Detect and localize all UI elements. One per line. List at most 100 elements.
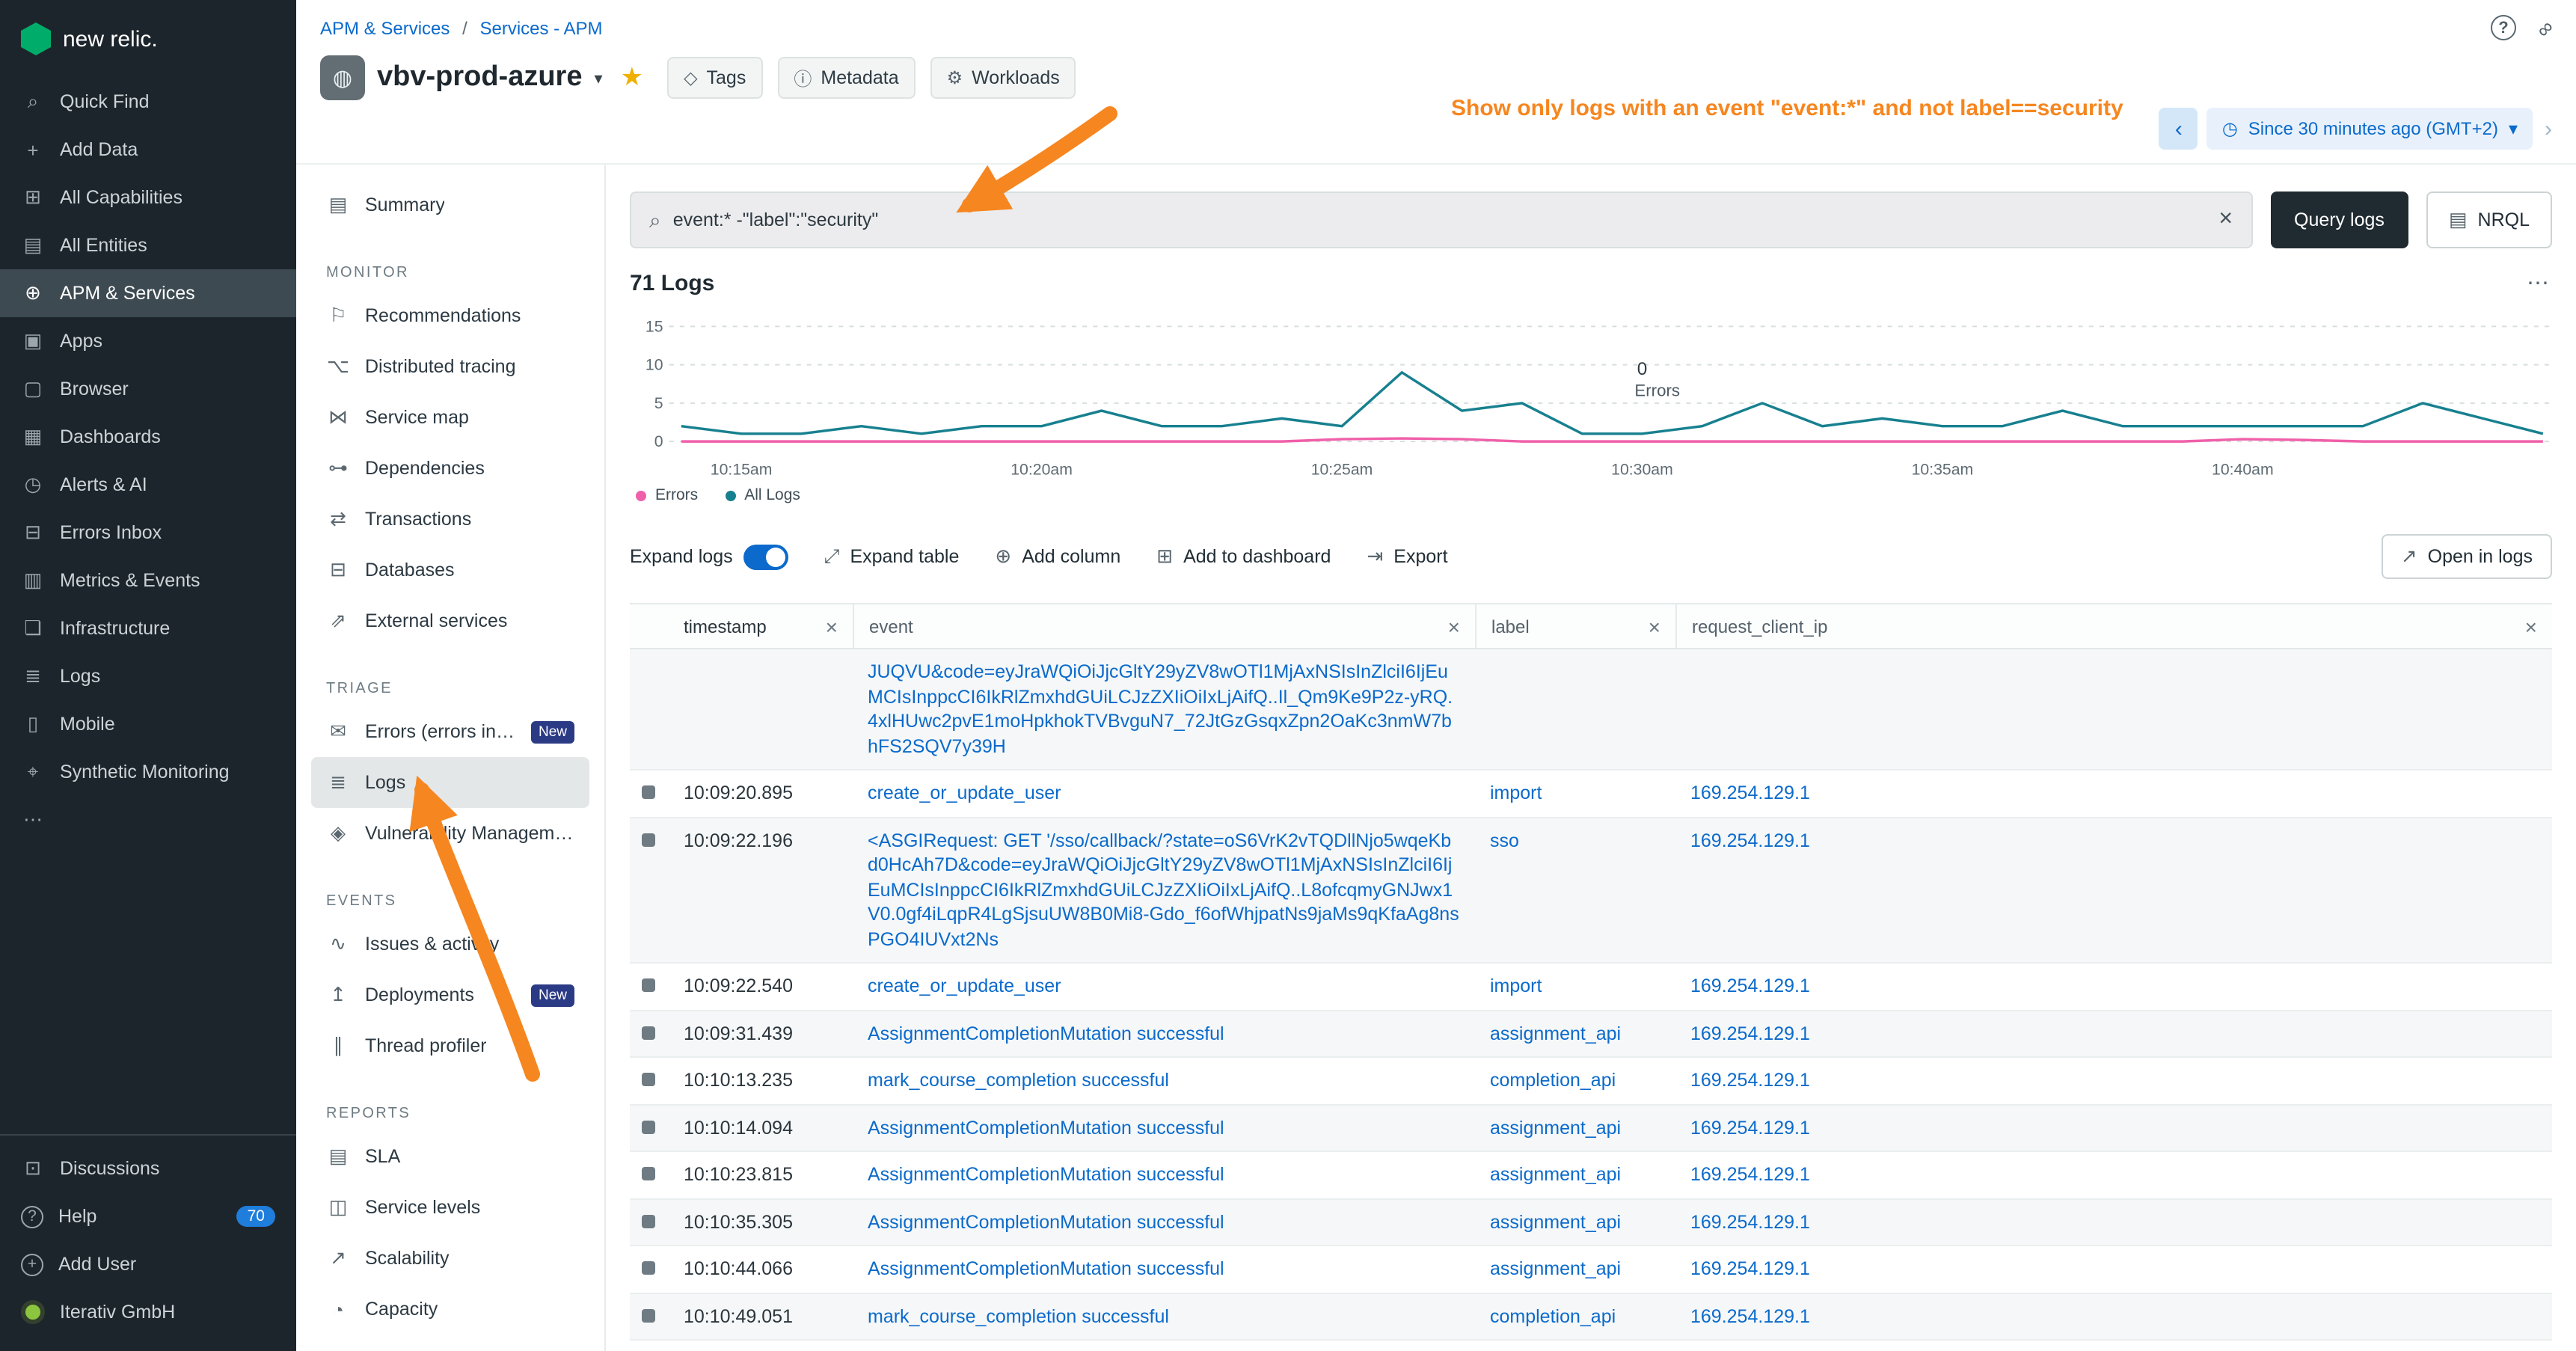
cell-event[interactable]: mark_course_completion successful [853, 1294, 1475, 1340]
cell-event[interactable]: <ASGIRequest: GET '/sso/callback/?state=… [853, 818, 1475, 963]
sidebar-item-errors-inbox[interactable]: ⊟Errors Inbox [0, 509, 296, 557]
cell-request-client-ip[interactable]: 169.254.129.1 [1675, 1247, 2552, 1293]
permalink-icon[interactable]: ∞ [2531, 14, 2559, 42]
cell-event[interactable]: AssignmentCompletionMutation successful [853, 1200, 1475, 1246]
subnav-item-summary[interactable]: ▤Summary [311, 180, 589, 230]
row-handle[interactable] [642, 833, 655, 847]
add-to-dashboard-button[interactable]: ⊞ Add to dashboard [1156, 545, 1331, 569]
cell-request-client-ip[interactable]: 169.254.129.1 [1675, 1341, 2552, 1351]
legend-item-errors[interactable]: Errors [636, 487, 698, 505]
cell-request-client-ip[interactable]: 169.254.129.1 [1675, 1294, 2552, 1340]
cell-label[interactable]: sso [1475, 818, 1675, 963]
query-text[interactable]: event:* -"label":"security" [673, 209, 2207, 230]
row-handle[interactable] [642, 786, 655, 800]
sidebar-item-quick-find[interactable]: ⌕Quick Find [0, 78, 296, 126]
time-forward-button[interactable]: › [2542, 116, 2555, 141]
cell-event[interactable]: JUQVU&code=eyJraWQiOiJjcGltY29yZV8wOTl1M… [853, 650, 1475, 770]
cell-label[interactable] [1475, 650, 1675, 770]
row-handle[interactable] [642, 1262, 655, 1275]
clear-query-icon[interactable]: × [2218, 206, 2233, 233]
logs-menu-button[interactable]: ⋯ [2527, 269, 2552, 296]
log-row[interactable]: 10:10:23.815AssignmentCompletionMutation… [630, 1153, 2552, 1200]
query-logs-button[interactable]: Query logs [2270, 192, 2408, 248]
subnav-item-distributed-tracing[interactable]: ⌥Distributed tracing [311, 341, 589, 392]
sidebar-item-iterativ-gmbh[interactable]: Iterativ GmbH [0, 1288, 296, 1336]
subnav-item-service-map[interactable]: ⋈Service map [311, 392, 589, 443]
sidebar-item-alerts-ai[interactable]: ◷Alerts & AI [0, 461, 296, 509]
breadcrumb-apm-services[interactable]: APM & Services [320, 17, 450, 38]
add-column-button[interactable]: ⊕ Add column [995, 545, 1120, 569]
metadata-button[interactable]: ⓘMetadata [777, 57, 915, 99]
cell-request-client-ip[interactable] [1675, 650, 2552, 770]
log-row[interactable]: 10:11:00.311AssignmentCompletionMutation… [630, 1341, 2552, 1351]
sidebar-item-help[interactable]: ?Help70 [0, 1192, 296, 1240]
subnav-item-databases[interactable]: ⊟Databases [311, 545, 589, 595]
nrql-button[interactable]: ▤ NRQL [2426, 192, 2552, 248]
sidebar-item-apm-services[interactable]: ⊕APM & Services [0, 269, 296, 317]
row-handle[interactable] [642, 1215, 655, 1228]
subnav-item-scalability[interactable]: ↗Scalability [311, 1233, 589, 1284]
favorite-star-icon[interactable]: ★ [621, 63, 644, 93]
cell-event[interactable]: AssignmentCompletionMutation successful [853, 1011, 1475, 1057]
sidebar-item-mobile[interactable]: ▯Mobile [0, 700, 296, 748]
subnav-item-performance[interactable]: ◴Performance [311, 1335, 589, 1351]
time-back-button[interactable]: ‹ [2159, 108, 2198, 150]
cell-label[interactable]: assignment_api [1475, 1341, 1675, 1351]
sidebar-item-apps[interactable]: ▣Apps [0, 317, 296, 365]
log-row[interactable]: 10:10:13.235mark_course_completion succe… [630, 1059, 2552, 1106]
log-row[interactable]: 10:09:20.895create_or_update_userimport1… [630, 771, 2552, 818]
subnav-item-dependencies[interactable]: ⊶Dependencies [311, 443, 589, 494]
remove-column-request-client-ip-icon[interactable]: × [2513, 615, 2537, 639]
subnav-item-thread-profiler[interactable]: ∥Thread profiler [311, 1020, 589, 1071]
cell-request-client-ip[interactable]: 169.254.129.1 [1675, 1153, 2552, 1198]
cell-label[interactable]: assignment_api [1475, 1247, 1675, 1293]
cell-request-client-ip[interactable]: 169.254.129.1 [1675, 771, 2552, 817]
cell-label[interactable]: assignment_api [1475, 1153, 1675, 1198]
log-row[interactable]: 10:09:22.540create_or_update_userimport1… [630, 964, 2552, 1011]
subnav-item-transactions[interactable]: ⇄Transactions [311, 494, 589, 545]
row-handle[interactable] [642, 1073, 655, 1087]
entity-name[interactable]: vbv-prod-azure [377, 61, 583, 94]
remove-column-timestamp-icon[interactable]: × [814, 615, 838, 639]
cell-event[interactable]: AssignmentCompletionMutation successful [853, 1153, 1475, 1198]
cell-request-client-ip[interactable]: 169.254.129.1 [1675, 818, 2552, 963]
cell-event[interactable]: create_or_update_user [853, 964, 1475, 1010]
cell-label[interactable]: import [1475, 964, 1675, 1010]
row-handle[interactable] [642, 1168, 655, 1181]
sidebar-item-logs[interactable]: ≣Logs [0, 652, 296, 700]
sidebar-item-all-capabilities[interactable]: ⊞All Capabilities [0, 174, 296, 221]
subnav-item-service-levels[interactable]: ◫Service levels [311, 1182, 589, 1233]
entity-chevron-icon[interactable]: ▾ [595, 68, 603, 88]
subnav-item-recommendations[interactable]: ⚐Recommendations [311, 290, 589, 341]
subnav-item-logs[interactable]: ≣Logs [311, 757, 589, 808]
row-handle[interactable] [642, 979, 655, 993]
sidebar-item-browser[interactable]: ▢Browser [0, 365, 296, 413]
sidebar-item-add-user[interactable]: +Add User [0, 1240, 296, 1288]
sidebar-item-infrastructure[interactable]: ❏Infrastructure [0, 604, 296, 652]
cell-label[interactable]: assignment_api [1475, 1106, 1675, 1151]
subnav-item-external-services[interactable]: ⇗External services [311, 595, 589, 646]
row-handle[interactable] [642, 1121, 655, 1134]
export-button[interactable]: ⇥ Export [1367, 545, 1447, 569]
log-row[interactable]: 10:10:14.094AssignmentCompletionMutation… [630, 1106, 2552, 1153]
row-handle[interactable] [642, 1309, 655, 1323]
expand-table-button[interactable]: ⤢ Expand table [824, 545, 960, 569]
log-query-input[interactable]: ⌕ event:* -"label":"security" × [630, 192, 2252, 248]
cell-label[interactable]: assignment_api [1475, 1200, 1675, 1246]
sidebar-item-add-data[interactable]: +Add Data [0, 126, 296, 174]
cell-event[interactable]: mark_course_completion successful [853, 1059, 1475, 1104]
cell-request-client-ip[interactable]: 169.254.129.1 [1675, 1059, 2552, 1104]
subnav-item-issues-activity[interactable]: ∿Issues & activity [311, 919, 589, 969]
cell-request-client-ip[interactable]: 169.254.129.1 [1675, 1011, 2552, 1057]
cell-label[interactable]: import [1475, 771, 1675, 817]
workloads-button[interactable]: ⚙Workloads [930, 57, 1076, 99]
sidebar-item-all-entities[interactable]: ▤All Entities [0, 221, 296, 269]
sidebar-item-metrics-events[interactable]: ▥Metrics & Events [0, 557, 296, 604]
expand-logs-toggle[interactable] [743, 545, 788, 570]
log-row[interactable]: 10:09:31.439AssignmentCompletionMutation… [630, 1011, 2552, 1059]
cell-event[interactable]: create_or_update_user [853, 771, 1475, 817]
log-row[interactable]: 10:10:49.051mark_course_completion succe… [630, 1294, 2552, 1341]
subnav-item-sla[interactable]: ▤SLA [311, 1131, 589, 1182]
cell-request-client-ip[interactable]: 169.254.129.1 [1675, 964, 2552, 1010]
time-range-button[interactable]: ◷ Since 30 minutes ago (GMT+2) ▾ [2207, 108, 2533, 150]
